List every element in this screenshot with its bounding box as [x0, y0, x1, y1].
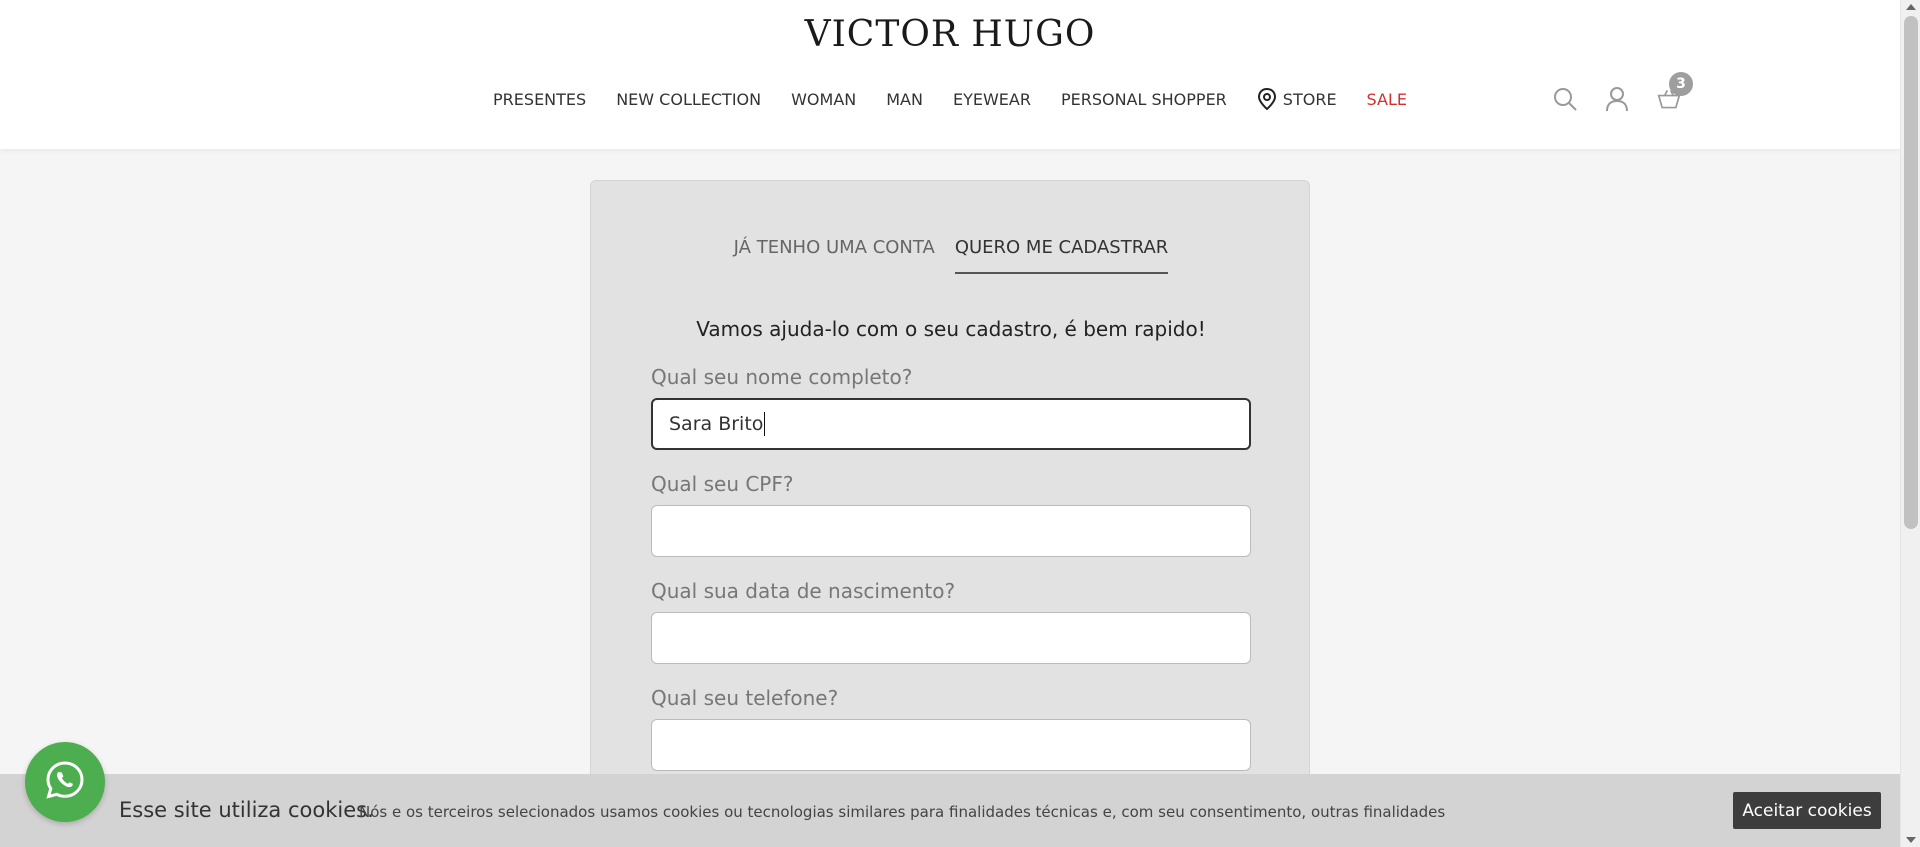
cookie-title: Esse site utiliza cookies. — [119, 798, 374, 822]
full-name-label: Qual seu nome completo? — [651, 365, 913, 389]
nav-item-eyewear[interactable]: EYEWEAR — [953, 88, 1031, 110]
auth-card: JÁ TENHO UMA CONTA QUERO ME CADASTRAR Va… — [590, 180, 1310, 847]
register-subtitle: Vamos ajuda-lo com o seu cadastro, é bem… — [696, 317, 1206, 341]
nav-label: SALE — [1366, 89, 1407, 109]
full-name-input[interactable]: Sara Brito — [651, 398, 1251, 450]
auth-tabs: JÁ TENHO UMA CONTA QUERO ME CADASTRAR — [591, 237, 1311, 274]
cart-icon[interactable]: 3 — [1657, 72, 1693, 112]
phone-input[interactable] — [651, 719, 1251, 771]
nav-label: NEW COLLECTION — [616, 89, 762, 109]
phone-label: Qual seu telefone? — [651, 686, 839, 710]
site-header: VICTOR HUGO PRESENTES NEW COLLECTION WOM… — [0, 0, 1900, 149]
cpf-input[interactable] — [651, 505, 1251, 557]
cookie-description: Nós e os terceiros selecionados usamos c… — [359, 803, 1446, 821]
cpf-label: Qual seu CPF? — [651, 472, 794, 496]
nav-item-store[interactable]: STORE — [1257, 87, 1337, 111]
search-icon[interactable] — [1553, 86, 1577, 112]
nav-label: PRESENTES — [493, 89, 587, 109]
scroll-up-arrow-icon[interactable] — [1906, 4, 1916, 10]
nav-label: EYEWEAR — [952, 89, 1031, 109]
location-pin-icon — [1257, 87, 1277, 111]
nav-item-presentes[interactable]: PRESENTES — [493, 88, 586, 110]
cookie-banner: Esse site utiliza cookies. Nós e os terc… — [0, 774, 1900, 847]
user-icon[interactable] — [1605, 86, 1629, 112]
nav-item-man[interactable]: MAN — [886, 88, 923, 110]
full-name-value: Sara Brito — [669, 413, 764, 435]
nav-label: MAN — [886, 89, 923, 109]
nav-item-sale[interactable]: SALE — [1367, 88, 1407, 110]
whatsapp-button[interactable] — [25, 742, 105, 822]
birthdate-input[interactable] — [651, 612, 1251, 664]
accept-cookies-button[interactable]: Aceitar cookies — [1733, 792, 1881, 829]
tab-login[interactable]: JÁ TENHO UMA CONTA — [734, 237, 935, 274]
header-icons: 3 — [1553, 72, 1693, 112]
nav-label: PERSONAL SHOPPER — [1060, 89, 1227, 109]
scroll-down-arrow-icon[interactable] — [1906, 837, 1916, 843]
whatsapp-icon — [43, 758, 87, 806]
nav-label: WOMAN — [791, 89, 857, 109]
logo[interactable]: VICTOR HUGO — [0, 14, 1900, 55]
nav-label: STORE — [1282, 89, 1337, 109]
text-caret — [764, 412, 766, 436]
tab-register[interactable]: QUERO ME CADASTRAR — [954, 237, 1169, 274]
page: VICTOR HUGO PRESENTES NEW COLLECTION WOM… — [0, 0, 1920, 847]
nav-item-new-collection[interactable]: NEW COLLECTION — [616, 88, 761, 110]
page-scrollbar[interactable] — [1900, 0, 1920, 847]
nav-item-woman[interactable]: WOMAN — [791, 88, 856, 110]
nav-item-personal-shopper[interactable]: PERSONAL SHOPPER — [1061, 88, 1227, 110]
birthdate-label: Qual sua data de nascimento? — [651, 579, 956, 603]
cart-count-badge: 3 — [1669, 72, 1693, 96]
scroll-thumb[interactable] — [1904, 16, 1918, 529]
